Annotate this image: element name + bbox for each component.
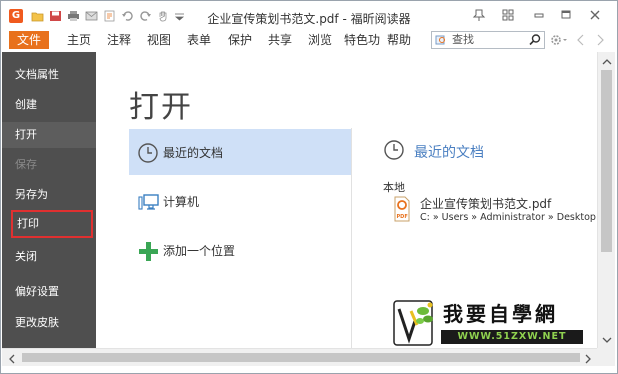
sidebar-item-save-as[interactable]: 另存为 — [2, 182, 96, 208]
location-label: 计算机 — [163, 195, 200, 209]
watermark-text: 我要自學網 — [443, 302, 558, 326]
minimize-icon[interactable] — [531, 8, 547, 22]
menu-browse[interactable]: 浏览 — [308, 31, 332, 49]
menu-help[interactable]: 帮助 — [387, 31, 411, 49]
close-icon[interactable] — [587, 8, 603, 22]
location-computer[interactable]: 计算机 — [129, 178, 351, 224]
sidebar-item-close[interactable]: 关闭 — [2, 244, 96, 270]
pdf-file-icon[interactable]: PDF — [394, 196, 410, 222]
sidebar-item-print[interactable]: 打印 — [11, 210, 93, 238]
settings-icon[interactable] — [549, 33, 569, 47]
backstage-sidebar: 文档属性 创建 打开 保存 另存为 打印 关闭 偏好设置 更改皮肤 — [2, 52, 96, 351]
search-input[interactable]: 查找 — [452, 33, 474, 47]
add-plus-icon — [137, 240, 159, 262]
local-group-label: 本地 — [383, 181, 405, 194]
scrollbar-corner — [597, 348, 615, 366]
sidebar-item-change-skin[interactable]: 更改皮肤 — [2, 310, 96, 336]
menu-bar: 文件 主页 注释 视图 表单 保护 共享 浏览 特色功 帮助 查找 — [1, 30, 617, 50]
vertical-scroll-thumb[interactable] — [601, 70, 612, 252]
restore-icon[interactable] — [558, 8, 574, 22]
location-label: 添加一个位置 — [163, 244, 236, 258]
sidebar-item-document-properties[interactable]: 文档属性 — [2, 62, 96, 88]
nav-forward-icon[interactable] — [595, 33, 605, 47]
watermark-logo-icon — [393, 297, 437, 347]
vertical-scrollbar[interactable] — [597, 52, 615, 348]
svg-text:PDF: PDF — [397, 214, 408, 220]
layout-grid-icon[interactable] — [500, 8, 516, 22]
title-bar: G 企业宣传策划书范文.pdf - 福昕阅读器 — [1, 1, 617, 30]
menu-features[interactable]: 特色功 — [344, 31, 380, 49]
scroll-left-icon[interactable] — [7, 353, 17, 364]
recent-documents-title: 最近的文档 — [414, 145, 484, 161]
scroll-right-icon[interactable] — [583, 353, 593, 364]
page-title: 打开 — [129, 90, 193, 125]
horizontal-scroll-thumb[interactable] — [22, 353, 580, 362]
computer-icon — [137, 191, 159, 213]
nav-back-icon[interactable] — [576, 33, 586, 47]
search-box[interactable]: 查找 — [431, 31, 545, 49]
menu-protect[interactable]: 保护 — [228, 31, 252, 49]
menu-share[interactable]: 共享 — [268, 31, 292, 49]
recent-file-path: C: » Users » Administrator » Desktop — [420, 212, 596, 223]
sidebar-item-preferences[interactable]: 偏好设置 — [2, 279, 96, 305]
location-recent-documents[interactable]: 最近的文档 — [129, 129, 351, 175]
pin-icon[interactable] — [471, 8, 487, 22]
menu-form[interactable]: 表单 — [187, 31, 211, 49]
menu-file[interactable]: 文件 — [9, 31, 49, 49]
horizontal-scrollbar[interactable] — [2, 348, 597, 366]
sidebar-item-create[interactable]: 创建 — [2, 92, 96, 118]
foxit-reader-window: G 企业宣传策划书范文.pdf - 福昕阅读器 文件 主页 注释 视图 表单 保… — [0, 0, 618, 374]
scroll-down-icon[interactable] — [602, 334, 612, 344]
find-tool-icon — [435, 34, 447, 46]
search-icon[interactable] — [528, 33, 542, 47]
clock-icon — [383, 139, 405, 161]
menu-comment[interactable]: 注释 — [107, 31, 131, 49]
sidebar-item-save: 保存 — [15, 158, 37, 171]
panel-divider — [351, 128, 352, 350]
recent-file-name[interactable]: 企业宣传策划书范文.pdf — [420, 195, 551, 212]
sidebar-item-open[interactable]: 打开 — [2, 122, 96, 148]
clock-icon — [137, 142, 159, 164]
menu-view[interactable]: 视图 — [147, 31, 171, 49]
location-add-place[interactable]: 添加一个位置 — [129, 227, 351, 273]
menu-home[interactable]: 主页 — [67, 31, 91, 49]
location-label: 最近的文档 — [163, 146, 224, 160]
open-panel: 打开 最近的文档 计算机 添加一个位置 最近的文档 本地 PDF 企业宣传策划书… — [96, 52, 597, 351]
watermark-url: WWW.51ZXW.NET — [441, 330, 583, 344]
scroll-up-icon[interactable] — [602, 56, 612, 66]
window-title: 企业宣传策划书范文.pdf - 福昕阅读器 — [207, 12, 411, 26]
watermark: 我要自學網 WWW.51ZXW.NET — [389, 295, 589, 349]
